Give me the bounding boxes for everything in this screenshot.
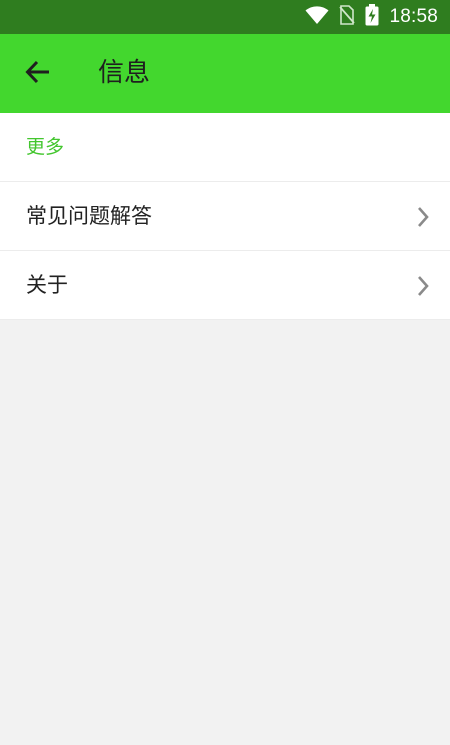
- list-item-about[interactable]: 关于: [0, 251, 450, 320]
- list-item-label: 关于: [26, 273, 68, 297]
- back-button[interactable]: [16, 54, 60, 94]
- chevron-right-icon: [416, 275, 430, 297]
- wifi-icon: [305, 5, 329, 29]
- list-item-faq[interactable]: 常见问题解答: [0, 182, 450, 251]
- status-time: 18:58: [389, 6, 438, 27]
- battery-charging-icon: [365, 4, 379, 30]
- status-icons: 18:58: [305, 0, 438, 34]
- no-sim-icon: [339, 5, 356, 29]
- arrow-left-icon: [25, 60, 51, 88]
- list-item-label: 常见问题解答: [26, 204, 152, 228]
- section-header-label: 更多: [26, 136, 65, 158]
- section-header: 更多: [0, 113, 450, 182]
- status-bar: 18:58: [0, 0, 450, 34]
- app-bar: 信息: [0, 34, 450, 113]
- page-title: 信息: [98, 58, 151, 88]
- chevron-right-icon: [416, 206, 430, 228]
